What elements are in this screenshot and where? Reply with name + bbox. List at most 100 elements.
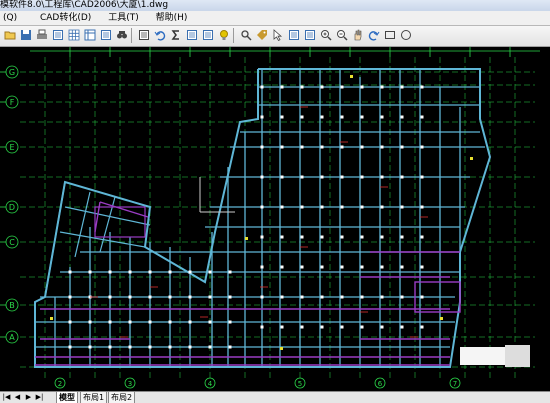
column-mark <box>260 175 264 179</box>
next-tab-button[interactable]: ▶ <box>24 393 33 402</box>
column-mark <box>400 85 404 89</box>
annotation-yellow <box>280 347 283 350</box>
column-mark <box>300 85 304 89</box>
column-mark <box>420 115 424 119</box>
zoom-out-button[interactable] <box>336 29 348 41</box>
axis-label-left: G <box>9 68 15 77</box>
column-mark <box>208 345 212 349</box>
measure-button[interactable] <box>138 29 150 41</box>
axis-label-bottom: 6 <box>378 380 383 388</box>
last-tab-button[interactable]: ▶| <box>35 393 44 402</box>
column-mark <box>400 295 404 299</box>
zoom-in-button[interactable] <box>320 29 332 41</box>
sum-button[interactable] <box>170 29 182 41</box>
column-mark <box>300 265 304 269</box>
column-mark <box>88 270 92 274</box>
export-icon <box>203 30 213 40</box>
column-mark <box>128 345 132 349</box>
properties-button[interactable] <box>100 29 112 41</box>
column-mark <box>280 235 284 239</box>
column-mark <box>68 295 72 299</box>
column-mark <box>420 175 424 179</box>
grid-button[interactable] <box>68 29 80 41</box>
column-mark <box>340 235 344 239</box>
redraw-icon <box>368 31 380 41</box>
column-mark <box>188 270 192 274</box>
rectangle-button[interactable] <box>384 29 396 41</box>
column-mark <box>280 295 284 299</box>
undo-button[interactable] <box>154 29 166 41</box>
drawing-canvas[interactable]: G F E D C B A 2 3 4 5 6 7 <box>0 47 550 391</box>
menu-item-help[interactable]: 帮助(H) <box>153 11 191 25</box>
idea-button[interactable] <box>218 29 230 41</box>
export-button[interactable] <box>202 29 214 41</box>
calculate-button[interactable] <box>186 29 198 41</box>
column-mark <box>420 145 424 149</box>
redraw-button[interactable] <box>368 29 380 41</box>
column-mark <box>300 115 304 119</box>
wall-diagonal <box>44 181 66 298</box>
axis-label-left: F <box>10 98 15 107</box>
column-mark <box>260 295 264 299</box>
prev-tab-button[interactable]: ◀ <box>13 393 22 402</box>
table-button[interactable] <box>84 29 96 41</box>
app-window: 模软件8.0\工程库\CAD2006\大厦\1.dwg (Q) CAD转化(D)… <box>0 0 550 403</box>
pan-button[interactable] <box>352 29 364 41</box>
column-mark <box>420 295 424 299</box>
print-button[interactable] <box>36 29 48 41</box>
axis-label-bottom: 7 <box>453 380 457 388</box>
column-mark <box>380 85 384 89</box>
column-mark <box>108 270 112 274</box>
column-mark <box>380 265 384 269</box>
cad-drawing[interactable]: G F E D C B A 2 3 4 5 6 7 <box>0 47 550 391</box>
column-mark <box>108 345 112 349</box>
menu-item-q[interactable]: (Q) <box>0 11 20 25</box>
column-mark <box>260 235 264 239</box>
calculator-icon <box>187 30 197 40</box>
menu-item-tools[interactable]: 工具(T) <box>105 11 142 25</box>
column-mark <box>280 205 284 209</box>
layer-icon <box>53 30 63 40</box>
column-mark <box>280 265 284 269</box>
column-mark <box>400 265 404 269</box>
axis-label-left: E <box>9 143 14 152</box>
tab-model[interactable]: 模型 <box>56 392 78 403</box>
axis-label-bottom: 2 <box>58 380 62 388</box>
column-mark <box>128 320 132 324</box>
open-file-button[interactable] <box>4 29 16 41</box>
column-mark <box>360 115 364 119</box>
column-mark <box>280 145 284 149</box>
column-mark <box>400 205 404 209</box>
zoom-out-icon <box>337 30 348 41</box>
column-mark <box>168 270 172 274</box>
menu-item-cad-convert[interactable]: CAD转化(D) <box>37 11 94 25</box>
column-mark <box>148 345 152 349</box>
column-mark <box>320 145 324 149</box>
columns-icon <box>289 30 299 40</box>
column-mark <box>300 325 304 329</box>
column-mark <box>188 320 192 324</box>
circle-button[interactable] <box>400 29 412 41</box>
table-icon <box>84 29 96 41</box>
column-mark <box>360 145 364 149</box>
column-mark <box>128 295 132 299</box>
tag-button[interactable] <box>256 29 268 41</box>
pointer-button[interactable] <box>272 29 284 41</box>
save-file-button[interactable] <box>20 29 32 41</box>
layer-button[interactable] <box>52 29 64 41</box>
columns-button[interactable] <box>288 29 300 41</box>
rows-button[interactable] <box>304 29 316 41</box>
column-mark <box>260 265 264 269</box>
axis-label-bottom: 4 <box>208 380 213 388</box>
tab-layout-2[interactable]: 布局2 <box>108 392 136 403</box>
first-tab-button[interactable]: |◀ <box>2 393 11 402</box>
column-mark <box>340 145 344 149</box>
tab-layout-1[interactable]: 布局1 <box>80 392 108 403</box>
binoculars-button[interactable] <box>116 29 128 41</box>
column-mark <box>320 85 324 89</box>
column-mark <box>380 325 384 329</box>
search-button[interactable] <box>240 29 252 41</box>
column-mark <box>228 345 232 349</box>
measure-icon <box>139 30 149 40</box>
column-mark <box>188 295 192 299</box>
